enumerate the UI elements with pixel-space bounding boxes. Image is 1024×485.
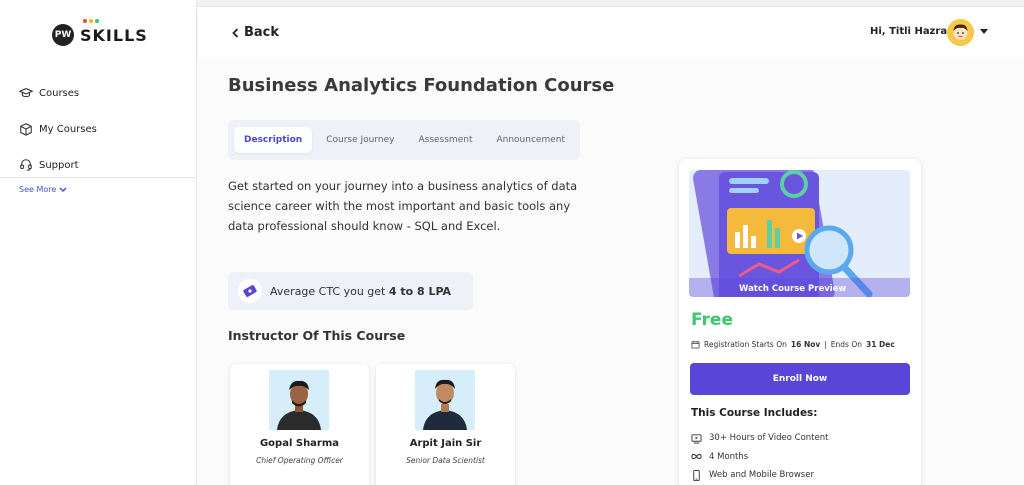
course-price: Free <box>691 310 733 330</box>
registration-dates: Registration Starts On 16 Nov | Ends On … <box>691 340 895 349</box>
chevron-left-icon <box>232 27 239 38</box>
course-preview-video[interactable]: Watch Course Preview <box>689 170 910 297</box>
top-header: Back Hi, Titli Hazra <box>198 8 1024 58</box>
enroll-now-button[interactable]: Enroll Now <box>690 363 910 395</box>
ctc-banner: Average CTC you get 4 to 8 LPA <box>228 272 473 310</box>
logo-dots <box>83 19 99 23</box>
list-item: Web and Mobile Browser <box>691 466 828 485</box>
ctc-text: Average CTC you get 4 to 8 LPA <box>270 285 451 298</box>
account-dropdown-caret[interactable] <box>980 29 988 34</box>
back-button[interactable]: Back <box>232 25 279 40</box>
user-greeting: Hi, Titli Hazra <box>870 26 948 37</box>
reg-end-prefix: Ends On <box>830 340 862 349</box>
instructor-card[interactable]: Gopal Sharma Chief Operating Officer <box>230 364 369 485</box>
sidebar-item-label: Support <box>39 159 79 171</box>
instructor-photo <box>415 370 475 430</box>
video-icon <box>691 434 702 444</box>
include-label: Web and Mobile Browser <box>709 470 814 481</box>
tab-course-journey[interactable]: Course Journey <box>316 127 404 153</box>
instructor-heading: Instructor Of This Course <box>228 328 406 343</box>
tab-announcement[interactable]: Announcement <box>486 127 575 153</box>
user-avatar-icon <box>947 19 974 46</box>
logo-text: SKILLS <box>80 25 148 45</box>
instructor-role: Senior Data Scientist <box>406 456 485 465</box>
course-tabs: Description Course Journey Assessment An… <box>228 120 580 160</box>
chevron-down-icon <box>59 186 67 192</box>
instructor-role: Chief Operating Officer <box>256 456 343 465</box>
sidebar-item-my-courses[interactable]: My Courses <box>19 111 97 147</box>
sidebar-item-label: My Courses <box>39 123 97 135</box>
sidebar-item-courses[interactable]: Courses <box>19 75 97 111</box>
enroll-card: Watch Course Preview Free Registration S… <box>679 159 921 485</box>
list-item: 30+ Hours of Video Content <box>691 429 828 448</box>
sidebar-nav: Courses My Courses Support <box>19 75 97 183</box>
includes-list: 30+ Hours of Video Content 4 Months Web … <box>691 429 828 485</box>
sidebar-divider <box>0 177 197 178</box>
includes-heading: This Course Includes: <box>691 407 818 419</box>
headset-icon <box>20 159 32 171</box>
ticket-icon <box>238 279 262 303</box>
instructor-name: Gopal Sharma <box>259 438 340 449</box>
avatar[interactable] <box>947 19 974 46</box>
see-more-link[interactable]: See More <box>19 185 67 194</box>
instructor-name: Arpit Jain Sir <box>409 438 482 449</box>
reg-end-date: 31 Dec <box>866 340 895 349</box>
brand-logo[interactable]: PW SKILLS <box>52 19 148 46</box>
reg-separator: | <box>824 340 827 349</box>
calendar-icon <box>691 340 700 349</box>
infinity-icon <box>691 454 702 460</box>
ctc-value: 4 to 8 LPA <box>388 284 452 298</box>
instructor-card[interactable]: Arpit Jain Sir Senior Data Scientist <box>376 364 515 485</box>
graduation-cap-icon <box>19 88 33 98</box>
main-content: Business Analytics Foundation Course Des… <box>198 58 1024 485</box>
preview-illustration <box>689 170 910 297</box>
tab-assessment[interactable]: Assessment <box>408 127 482 153</box>
reg-start-date: 16 Nov <box>790 340 821 349</box>
mobile-icon <box>693 469 700 481</box>
sidebar-item-label: Courses <box>39 87 80 99</box>
reg-start-prefix: Registration Starts On <box>704 340 787 349</box>
instructor-photo <box>269 370 329 430</box>
see-more-label: See More <box>19 185 57 194</box>
tab-description[interactable]: Description <box>234 127 313 153</box>
book-box-icon <box>20 123 32 136</box>
include-label: 4 Months <box>709 451 749 462</box>
back-label: Back <box>244 25 280 40</box>
watch-preview-label: Watch Course Preview <box>739 284 847 294</box>
sidebar: PW SKILLS Courses My Courses Support See… <box>0 0 197 485</box>
ctc-prefix: Average CTC you get <box>270 284 386 298</box>
page-title: Business Analytics Foundation Course <box>228 75 615 96</box>
list-item: 4 Months <box>691 448 828 467</box>
include-label: 30+ Hours of Video Content <box>709 433 829 444</box>
logo-mark: PW <box>52 24 74 46</box>
course-description: Get started on your journey into a busin… <box>228 179 578 233</box>
